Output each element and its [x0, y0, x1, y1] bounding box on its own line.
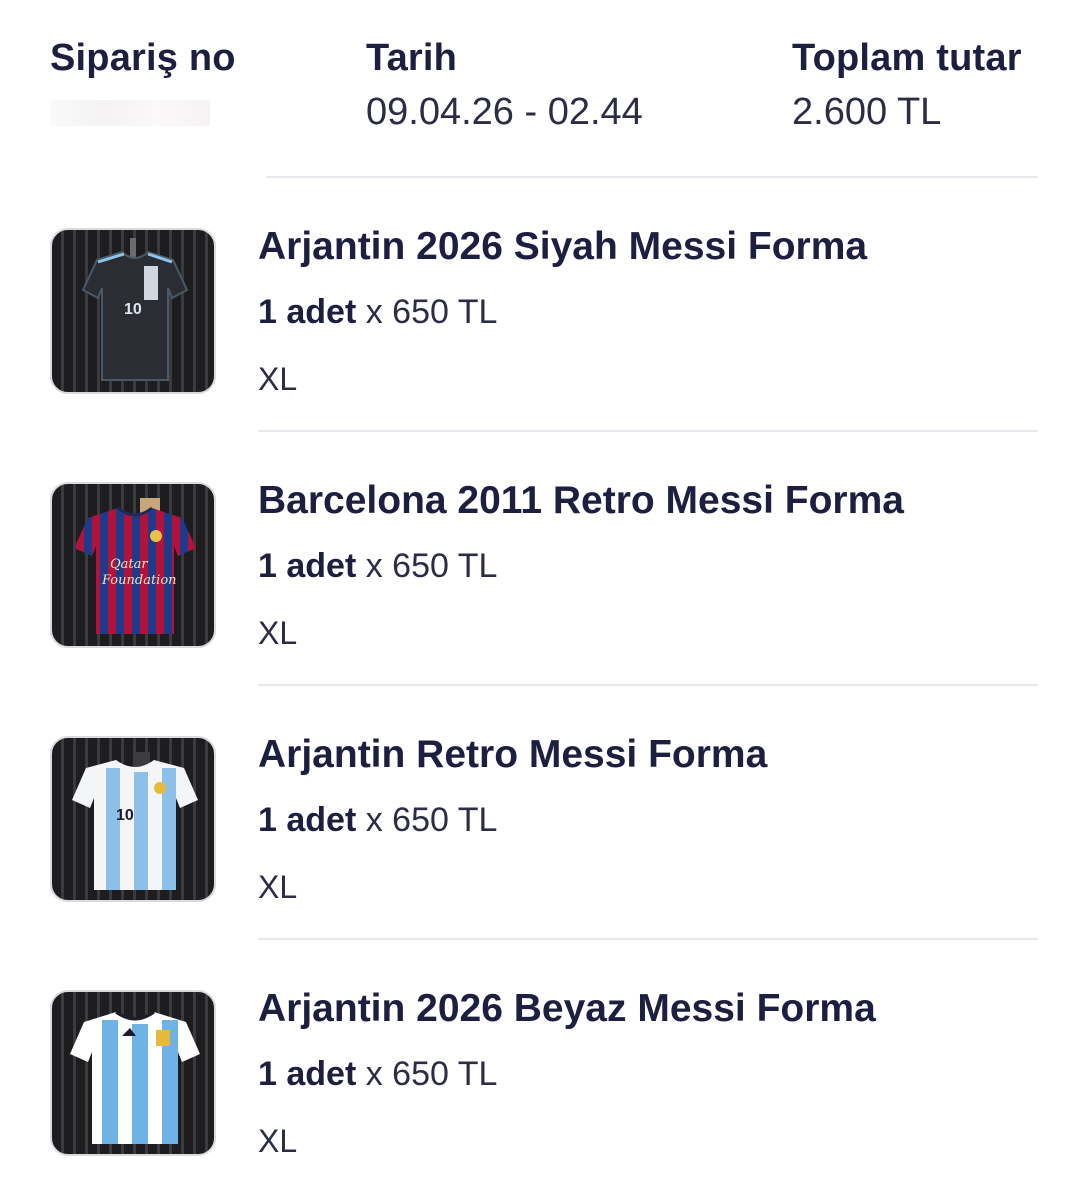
- order-item[interactable]: 10 Arjantin 2026 Siyah Messi Forma 1 ade…: [0, 225, 1089, 408]
- item-quantity: 1 adet: [258, 547, 357, 585]
- item-title: Arjantin 2026 Beyaz Messi Forma: [258, 987, 876, 1030]
- svg-text:10: 10: [116, 807, 134, 824]
- item-divider: [258, 430, 1038, 432]
- header-divider: [266, 176, 1038, 178]
- item-size: XL: [258, 869, 298, 905]
- times-sign: x: [365, 801, 383, 839]
- order-no-label: Sipariş no: [50, 37, 236, 79]
- times-sign: x: [365, 547, 383, 585]
- svg-text:10: 10: [124, 301, 142, 318]
- item-quantity: 1 adet: [258, 1055, 357, 1093]
- item-title: Arjantin 2026 Siyah Messi Forma: [258, 225, 868, 268]
- item-quantity: 1 adet: [258, 801, 357, 839]
- svg-text:Qatar: Qatar: [110, 557, 148, 572]
- item-quantity: 1 adet: [258, 293, 357, 331]
- item-quantity-price: 1 adet x 650 TL: [258, 1052, 497, 1096]
- item-price: 650 TL: [392, 1055, 498, 1093]
- barcelona-jersey-image: Qatar Foundation: [50, 482, 216, 648]
- item-size: XL: [258, 361, 298, 397]
- total-label: Toplam tutar: [792, 37, 1022, 79]
- total-value: 2.600 TL: [792, 91, 942, 133]
- black-jersey-image: 10: [50, 228, 216, 394]
- item-price: 650 TL: [392, 293, 498, 331]
- argentina-white-jersey-image: [50, 990, 216, 1156]
- item-quantity-price: 1 adet x 650 TL: [258, 290, 497, 334]
- order-item[interactable]: Arjantin 2026 Beyaz Messi Forma 1 adet x…: [0, 987, 1089, 1170]
- item-size: XL: [258, 615, 298, 651]
- order-item[interactable]: Qatar Foundation Barcelona 2011 Retro Me…: [0, 479, 1089, 662]
- item-title: Barcelona 2011 Retro Messi Forma: [258, 479, 904, 522]
- order-no-value-redacted: [50, 100, 210, 126]
- item-divider: [258, 938, 1038, 940]
- item-size: XL: [258, 1123, 298, 1159]
- date-label: Tarih: [366, 37, 458, 79]
- date-column: Tarih 09.04.26 - 02.44: [366, 34, 643, 136]
- item-title: Arjantin Retro Messi Forma: [258, 733, 768, 776]
- order-item[interactable]: 10 Arjantin Retro Messi Forma 1 adet x 6…: [0, 733, 1089, 916]
- date-value: 09.04.26 - 02.44: [366, 91, 643, 133]
- item-quantity-price: 1 adet x 650 TL: [258, 544, 497, 588]
- order-summary-header: Sipariş no Tarih 09.04.26 - 02.44 Toplam…: [0, 34, 1089, 144]
- item-price: 650 TL: [392, 801, 498, 839]
- item-quantity-price: 1 adet x 650 TL: [258, 798, 497, 842]
- argentina-retro-jersey-image: 10: [50, 736, 216, 902]
- total-column: Toplam tutar 2.600 TL: [792, 34, 1022, 136]
- order-no-column: Sipariş no: [50, 34, 236, 126]
- times-sign: x: [365, 293, 383, 331]
- item-divider: [258, 684, 1038, 686]
- item-price: 650 TL: [392, 547, 498, 585]
- svg-text:Foundation: Foundation: [101, 573, 177, 588]
- times-sign: x: [365, 1055, 383, 1093]
